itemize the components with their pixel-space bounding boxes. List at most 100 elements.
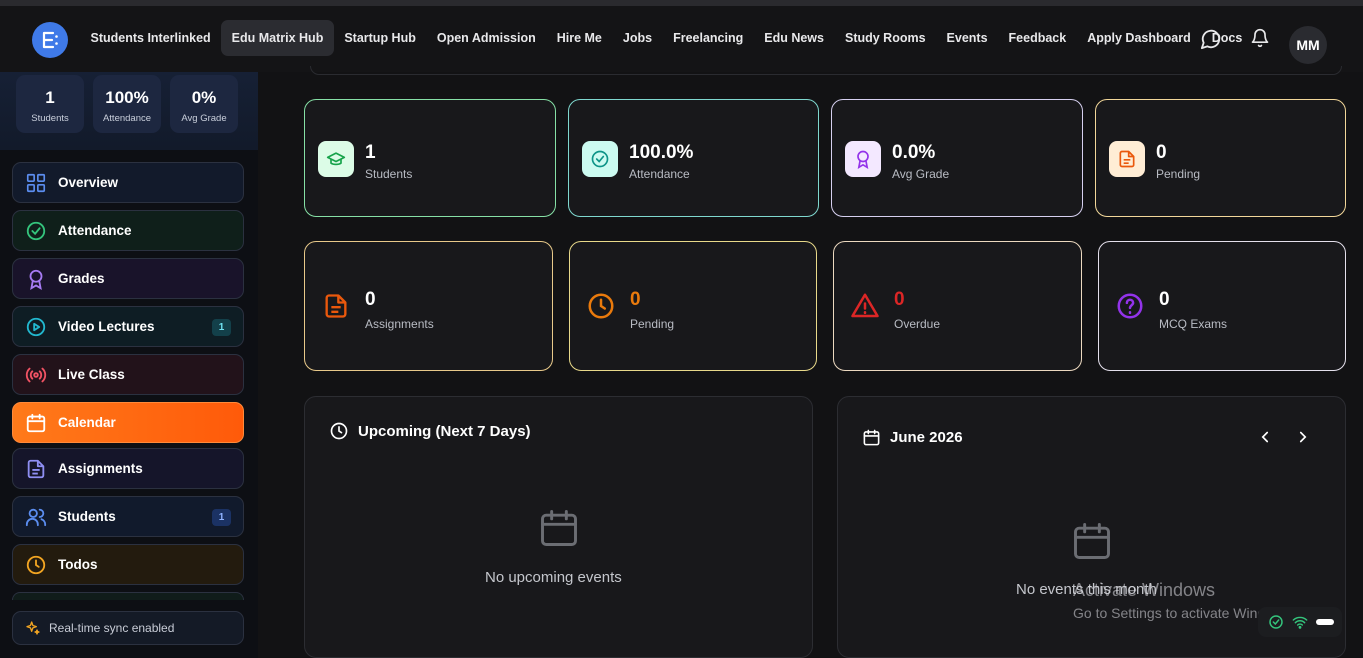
clock-icon — [330, 422, 348, 440]
calendar-empty-icon — [541, 510, 577, 546]
message-icon[interactable] — [1200, 28, 1222, 50]
file-icon — [27, 459, 45, 478]
stat-icon-box — [318, 288, 354, 324]
wifi-icon — [1292, 616, 1308, 629]
help-circle-icon — [1117, 293, 1143, 319]
check-circle-icon — [591, 150, 609, 168]
logo-icon — [42, 31, 58, 49]
stat-card-pending-2: 0 Pending — [569, 241, 817, 371]
stat-label: Overdue — [894, 317, 941, 331]
stat-label: Students — [365, 167, 413, 181]
nav-link-open-admission[interactable]: Open Admission — [426, 20, 546, 56]
system-tray[interactable] — [1258, 607, 1342, 637]
stat-label: MCQ Exams — [1159, 317, 1228, 331]
nav-link-study-rooms[interactable]: Study Rooms — [834, 20, 936, 56]
stat-label: Attendance — [102, 113, 152, 124]
file-text-icon — [1119, 150, 1135, 168]
broadcast-icon — [25, 367, 47, 382]
realtime-sync-status: Real-time sync enabled — [12, 611, 244, 645]
sidebar-item-label: Live Class — [58, 367, 125, 382]
calendar-icon — [863, 429, 880, 446]
sidebar-stat-attendance: 100% Attendance — [93, 75, 161, 133]
sidebar-stats: 1 Students 100% Attendance 0% Avg Grade — [0, 72, 258, 150]
upcoming-empty-text: No upcoming events — [485, 569, 622, 586]
stat-icon-box — [582, 141, 618, 177]
play-circle-icon — [26, 317, 46, 336]
watermark-line-1: Activate Windows — [1073, 580, 1216, 600]
sidebar-item-partial — [12, 592, 244, 600]
sidebar-item-label: Todos — [58, 557, 98, 572]
sidebar-stat-students: 1 Students — [16, 75, 84, 133]
sync-label: Real-time sync enabled — [49, 621, 175, 635]
graduation-cap-icon — [326, 152, 346, 166]
sidebar-item-calendar[interactable]: Calendar — [12, 402, 244, 443]
clock-icon — [26, 555, 46, 574]
award-icon — [29, 269, 43, 290]
sidebar-item-label: Assignments — [58, 461, 143, 476]
stat-icon-box — [318, 141, 354, 177]
sidebar-item-todos[interactable]: Todos — [12, 544, 244, 585]
stat-icon-box — [1109, 141, 1145, 177]
nav-link-hire-me[interactable]: Hire Me — [546, 20, 612, 56]
sidebar-item-label: Calendar — [58, 415, 116, 430]
sidebar-stat-avg-grade: 0% Avg Grade — [170, 75, 238, 133]
sidebar-item-overview[interactable]: Overview — [12, 162, 244, 203]
chevron-left-icon[interactable] — [1256, 428, 1274, 446]
students-count-badge: 1 — [212, 509, 231, 526]
header-card-bottom — [310, 66, 1342, 75]
stat-value: 0% — [191, 88, 217, 107]
file-text-icon — [325, 294, 347, 318]
sidebar-item-label: Overview — [58, 175, 119, 190]
nav-link-startup-hub[interactable]: Startup Hub — [334, 20, 427, 56]
nav-link-apply-dashboard[interactable]: Apply Dashboard — [1077, 20, 1202, 56]
sidebar-item-live-class[interactable]: Live Class — [12, 354, 244, 395]
check-circle-icon — [1269, 615, 1283, 629]
stat-card-attendance: 100.0% Attendance — [568, 99, 819, 217]
stat-card-pending: 0 Pending — [1095, 99, 1346, 217]
nav-link-events[interactable]: Events — [936, 20, 998, 56]
calendar-month-title: June 2026 — [890, 429, 963, 446]
stat-value: 0 — [1159, 289, 1170, 310]
stat-label: Pending — [630, 317, 675, 331]
stat-value: 0 — [630, 289, 641, 310]
sidebar: 1 Students 100% Attendance 0% Avg Grade … — [0, 72, 258, 658]
sidebar-item-video-lectures[interactable]: Video Lectures 1 — [12, 306, 244, 347]
nav-link-freelancing[interactable]: Freelancing — [663, 20, 754, 56]
grid-icon — [26, 173, 46, 192]
sidebar-item-students[interactable]: Students 1 — [12, 496, 244, 537]
stat-icon-box — [1112, 288, 1148, 324]
stat-label: Students — [31, 113, 69, 124]
stat-label: Assignments — [365, 317, 434, 331]
stat-card-assignments: 0 Assignments — [304, 241, 553, 371]
stat-value: 0 — [365, 289, 376, 310]
nav-link-edu-matrix-hub[interactable]: Edu Matrix Hub — [221, 20, 334, 56]
stat-value: 0.0% — [892, 142, 936, 163]
stat-value: 100.0% — [629, 142, 694, 163]
sidebar-item-grades[interactable]: Grades — [12, 258, 244, 299]
stat-label: Attendance — [629, 167, 690, 181]
award-icon — [857, 150, 869, 169]
stat-card-overdue: 0 Overdue — [833, 241, 1082, 371]
stat-card-avg-grade: 0.0% Avg Grade — [831, 99, 1083, 217]
app-logo[interactable] — [32, 22, 68, 58]
calendar-icon — [26, 413, 46, 432]
nav-link-edu-news[interactable]: Edu News — [754, 20, 835, 56]
stat-icon-box — [847, 288, 883, 324]
user-avatar[interactable]: MM — [1289, 26, 1327, 64]
stat-value: 1 — [45, 88, 55, 107]
nav-link-jobs[interactable]: Jobs — [612, 20, 662, 56]
nav-link-students-interlinked[interactable]: Students Interlinked — [80, 20, 221, 56]
sidebar-item-label: Grades — [58, 271, 105, 286]
sidebar-item-assignments[interactable]: Assignments — [12, 448, 244, 489]
nav-links: Students Interlinked Edu Matrix Hub Star… — [80, 20, 1253, 56]
stat-card-mcq-exams: 0 MCQ Exams — [1098, 241, 1346, 371]
check-circle-icon — [26, 221, 46, 240]
nav-link-feedback[interactable]: Feedback — [998, 20, 1077, 56]
stat-label: Pending — [1156, 167, 1201, 181]
sidebar-item-attendance[interactable]: Attendance — [12, 210, 244, 251]
video-lectures-count-badge: 1 — [212, 319, 231, 336]
bell-icon[interactable] — [1250, 28, 1272, 50]
chevron-right-icon[interactable] — [1294, 428, 1312, 446]
stat-value: 100% — [105, 88, 149, 107]
sidebar-item-label: Attendance — [58, 223, 132, 238]
